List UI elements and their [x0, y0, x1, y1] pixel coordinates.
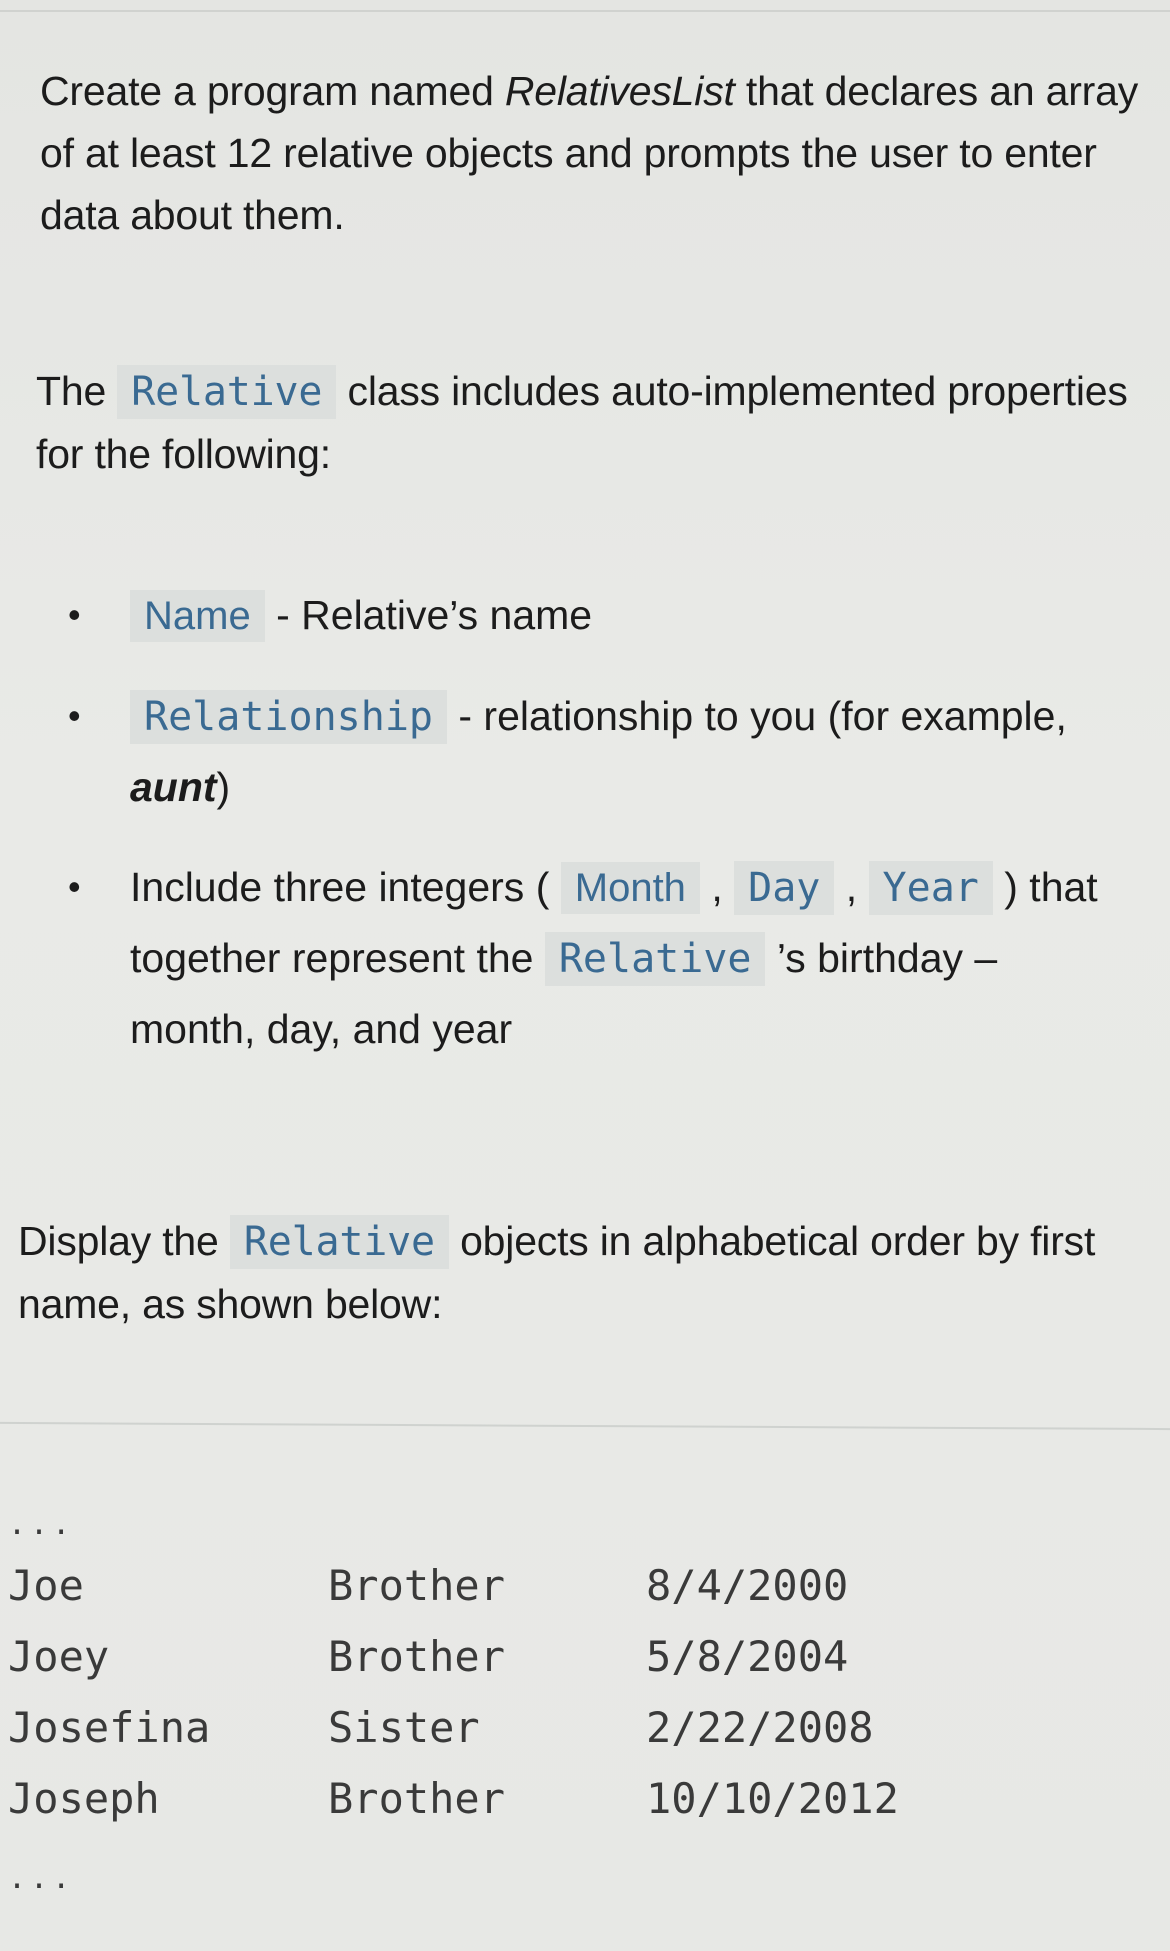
ellipsis-top: ... — [8, 1507, 75, 1542]
class-desc-text-before: The — [36, 368, 118, 414]
class-description-paragraph: The Relative class includes auto-impleme… — [36, 360, 1140, 485]
property-desc: - Relative’s name — [276, 592, 593, 638]
code-relative-display: Relative — [229, 1215, 449, 1269]
program-name: RelativesList — [504, 68, 735, 114]
bullet-icon: • — [68, 866, 81, 907]
output-name: Joe — [8, 1561, 84, 1610]
intro-paragraph: Create a program named RelativesList tha… — [40, 60, 1140, 246]
code-year: Year — [868, 861, 993, 915]
code-relationship: Relationship — [130, 690, 447, 744]
section-divider — [0, 1421, 1170, 1431]
property-item-name: • Name - Relative’s name — [60, 580, 1100, 651]
code-day: Day — [734, 861, 835, 915]
output-row: Joseph Brother 10/10/2012 — [8, 1763, 946, 1834]
property-desc-after: ) — [216, 764, 231, 810]
output-row: Joey Brother 5/8/2004 — [8, 1621, 946, 1692]
code-relative-class: Relative — [117, 365, 337, 419]
output-row: Joe Brother 8/4/2000 — [8, 1550, 946, 1621]
output-birthday: 10/10/2012 — [646, 1774, 899, 1823]
output-birthday: 8/4/2000 — [646, 1561, 849, 1610]
property-item-birthday: • Include three integers ( Month , Day ,… — [60, 852, 1100, 1064]
property-item-relationship: • Relationship - relationship to you (fo… — [60, 681, 1100, 822]
output-relationship: Brother — [328, 1561, 506, 1610]
separator: , — [699, 864, 735, 910]
intro-text-before: Create a program named — [40, 68, 505, 114]
bullet-icon: • — [68, 594, 81, 635]
output-relationship: Sister — [328, 1703, 480, 1752]
birthday-text-before: Include three integers ( — [130, 864, 561, 910]
properties-list: • Name - Relative’s name • Relationship … — [60, 580, 1100, 1094]
output-row: Josefina Sister 2/22/2008 — [8, 1692, 946, 1763]
output-birthday: 2/22/2008 — [646, 1703, 874, 1752]
code-month: Month — [560, 862, 700, 914]
top-border-line — [0, 10, 1170, 12]
assignment-content: Create a program named RelativesList tha… — [18, 60, 1140, 1327]
code-relative: Relative — [544, 932, 766, 986]
output-birthday: 5/8/2004 — [646, 1632, 849, 1681]
output-name: Josefina — [8, 1703, 211, 1752]
output-relationship: Brother — [328, 1774, 506, 1823]
code-name: Name — [130, 590, 265, 642]
output-relationship: Brother — [328, 1632, 506, 1681]
ellipsis-bottom: ... — [8, 1861, 75, 1896]
sample-output-block: ... Joe Brother 8/4/2000 Joey Brother 5/… — [8, 1500, 946, 1904]
property-desc-before: - relationship to you (for example, — [458, 693, 1067, 739]
output-name: Joey — [8, 1632, 110, 1681]
property-example-bold: aunt — [130, 764, 217, 810]
separator: , — [834, 864, 869, 910]
bullet-icon: • — [68, 695, 81, 736]
output-name: Joseph — [8, 1774, 160, 1823]
display-paragraph: Display the Relative objects in alphabet… — [18, 1210, 1140, 1335]
display-text-before: Display the — [18, 1218, 230, 1264]
